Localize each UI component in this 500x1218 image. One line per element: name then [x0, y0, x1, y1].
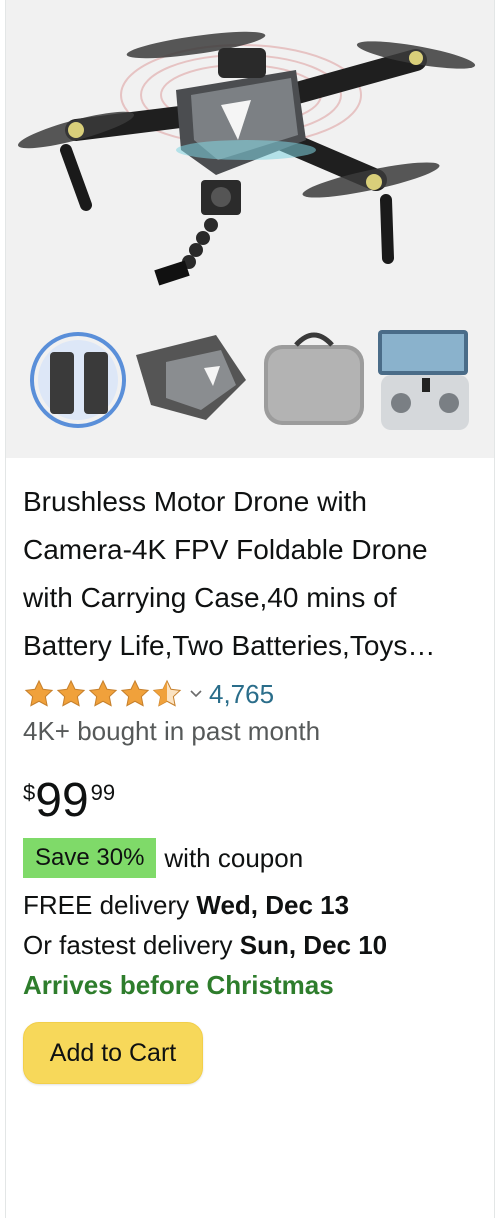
star-half-icon	[151, 679, 183, 709]
coupon-row: Save 30% with coupon	[23, 838, 303, 878]
coupon-text: with coupon	[164, 842, 304, 873]
price-fraction: 99	[90, 780, 116, 805]
chevron-down-icon[interactable]	[189, 687, 203, 701]
coupon-badge[interactable]: Save 30%	[23, 838, 157, 878]
product-image[interactable]	[6, 0, 494, 458]
add-to-cart-button[interactable]: Add to Cart	[23, 1022, 203, 1084]
free-delivery-line: FREE delivery Wed, Dec 13	[23, 890, 349, 921]
price-symbol: $	[23, 780, 36, 805]
fastest-prefix: Or fastest delivery	[23, 930, 233, 960]
star-icon	[23, 679, 55, 709]
star-icon	[119, 679, 151, 709]
arrives-note: Arrives before Christmas	[23, 970, 334, 1000]
product-card[interactable]: Brushless Motor Drone with Camera-4K FPV…	[5, 0, 495, 1218]
price: $ 99 99	[23, 776, 115, 826]
bought-past-month: 4K+ bought in past month	[23, 716, 321, 746]
drone-illustration	[6, 0, 494, 458]
rating-row[interactable]: 4,765	[23, 676, 274, 712]
price-whole: 99	[35, 774, 89, 827]
star-rating[interactable]	[23, 679, 183, 709]
product-title[interactable]: Brushless Motor Drone with Camera-4K FPV…	[23, 478, 453, 670]
delivery-prefix: FREE delivery	[23, 890, 190, 920]
fastest-delivery-line: Or fastest delivery Sun, Dec 10	[23, 930, 387, 961]
star-icon	[87, 679, 119, 709]
star-icon	[55, 679, 87, 709]
review-count-link[interactable]: 4,765	[209, 679, 274, 710]
fastest-date: Sun, Dec 10	[239, 930, 388, 960]
delivery-date: Wed, Dec 13	[196, 890, 350, 920]
